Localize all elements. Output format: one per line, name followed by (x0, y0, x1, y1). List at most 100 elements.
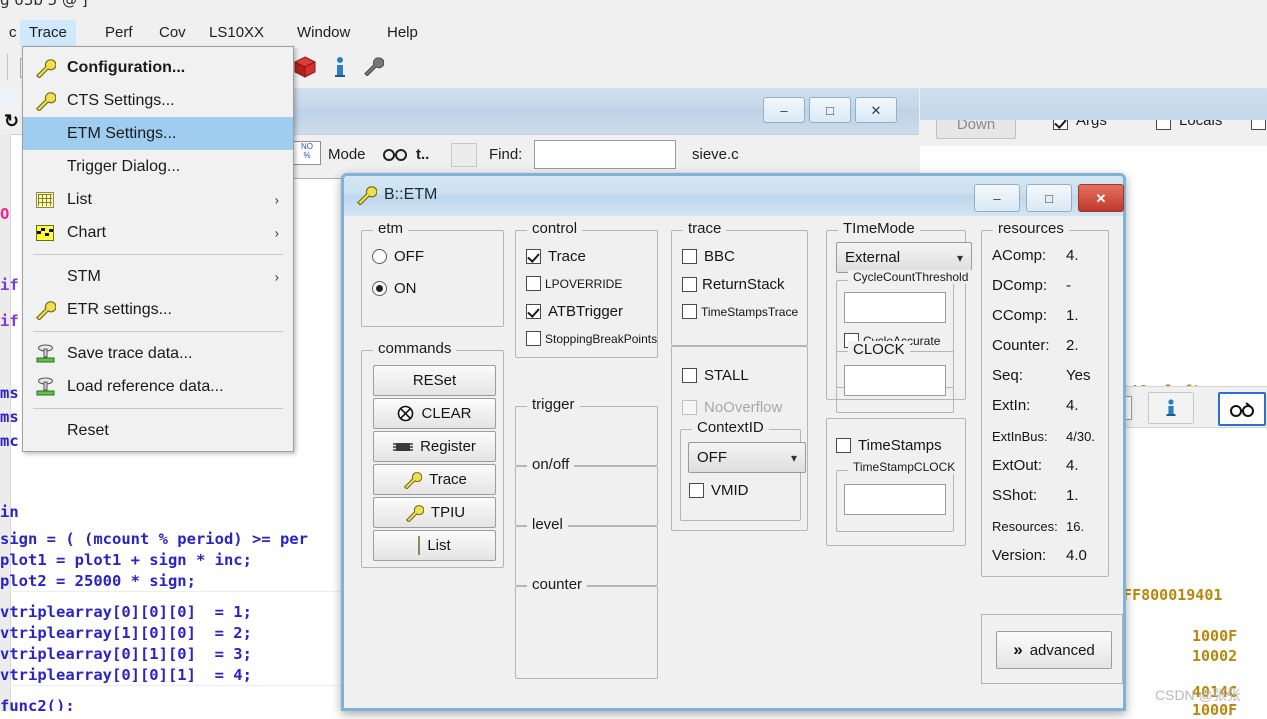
hex-line-2: 1000F (1192, 627, 1238, 645)
wrench-icon[interactable] (362, 56, 384, 76)
menu-item-stm[interactable]: STM › (23, 260, 293, 293)
group-timestamps: TimeStamps TimeStampCLOCK (826, 418, 966, 546)
minimize-button[interactable]: – (763, 97, 805, 123)
clipped-window-titlebar: g 03b 5 @ ] (0, 0, 1267, 22)
code-line: plot1 = plot1 + sign * inc; (0, 551, 252, 569)
menu-item-list[interactable]: List › (23, 183, 293, 216)
info-icon[interactable] (330, 56, 350, 78)
menu-item-etm-settings[interactable]: ETM Settings... (23, 117, 293, 150)
menu-item-trace[interactable]: Trace (20, 20, 76, 46)
menu-item-reset[interactable]: Reset (23, 414, 293, 447)
checkbox[interactable] (682, 304, 697, 319)
find-input[interactable] (534, 140, 676, 169)
checkbox-lpoverride[interactable]: LPOVERRIDE (526, 276, 622, 291)
checkbox[interactable] (682, 368, 697, 383)
group-legend: CLOCK (848, 341, 910, 358)
checkbox[interactable] (682, 277, 697, 292)
checkbox-label: NoOverflow (704, 399, 783, 416)
maximize-glyph: □ (826, 102, 834, 118)
checkbox-atbtrigger[interactable]: ATBTrigger (526, 303, 623, 320)
trace-dropdown-menu[interactable]: Configuration... CTS Settings... ETM Set… (22, 46, 294, 452)
checkbox[interactable] (526, 304, 541, 319)
checkbox-returnstack[interactable]: ReturnStack (682, 276, 785, 293)
trace-button[interactable]: Trace (373, 464, 496, 495)
menu-item-etr-settings[interactable]: ETR settings... (23, 293, 293, 326)
checkbox[interactable] (526, 276, 541, 291)
resource-value-resources: 16. (1066, 519, 1085, 534)
menu-item-perf[interactable]: Perf (96, 20, 142, 46)
cyclecountthreshold-input[interactable] (844, 292, 946, 323)
chevron-down-icon: ▾ (790, 450, 797, 465)
menu-item-chart[interactable]: Chart › (23, 216, 293, 249)
reset-button[interactable]: RESet (373, 365, 496, 396)
menu-item-save-trace-data[interactable]: Save trace data... (23, 337, 293, 370)
checkbox-bbc[interactable]: BBC (682, 248, 735, 265)
checkbox-trace[interactable]: Trace (526, 248, 586, 265)
checkbox-timestampstrace[interactable]: TimeStampsTrace (682, 304, 798, 319)
etm-close-button[interactable]: ✕ (1078, 184, 1124, 212)
checkbox[interactable] (689, 483, 704, 498)
checkbox[interactable] (526, 331, 541, 346)
step-up-button[interactable]: t.. (411, 138, 434, 170)
menu-item-ls10xx[interactable]: LS10XX (200, 20, 273, 46)
checkbox-stoppingbreakpoints[interactable]: StoppingBreakPoints (526, 331, 657, 346)
etm-maximize-button[interactable]: □ (1026, 184, 1072, 212)
menu-item-load-reference-data[interactable]: Load reference data... (23, 370, 293, 403)
radio-label: ON (394, 280, 417, 297)
red-cube-icon[interactable] (293, 56, 317, 78)
resource-label-seq: Seq: (992, 367, 1023, 384)
mode-button[interactable]: Mode (323, 138, 371, 170)
glasses-icon[interactable] (383, 143, 407, 163)
list-button[interactable]: List (373, 530, 496, 561)
mode-icon[interactable]: NO% (293, 141, 321, 165)
menu-item-cov[interactable]: Cov (150, 20, 195, 46)
radio-button[interactable] (372, 281, 387, 296)
contextid-select[interactable]: OFF ▾ (688, 442, 806, 473)
document-toolbar: NO% Mode t.. Find: sieve.c (287, 134, 919, 178)
resource-value-acomp: 4. (1066, 247, 1079, 264)
menu-item-window[interactable]: Window (288, 20, 359, 46)
checkbox[interactable] (526, 249, 541, 264)
clock-input[interactable] (844, 365, 946, 396)
step-down-button[interactable] (451, 143, 477, 167)
tpiu-button[interactable]: TPIU (373, 497, 496, 528)
file-tab-label[interactable]: sieve.c (687, 138, 744, 170)
radio-etm-on[interactable]: ON (372, 280, 417, 297)
checkbox[interactable] (836, 438, 851, 453)
menu-item-label: List (67, 190, 92, 208)
code-line: sign = ( (mcount % period) >= per (0, 530, 308, 548)
refresh-icon[interactable]: ↻ (4, 111, 19, 132)
checkbox-vmid[interactable]: VMID (689, 482, 749, 499)
advanced-button[interactable]: » advanced (996, 631, 1112, 669)
maximize-button[interactable]: □ (809, 97, 851, 123)
group-resources: resources AComp: 4. DComp: - CComp: 1. C… (981, 220, 1109, 577)
code-line: vtriplearray[1][0][0] = 2; (0, 624, 252, 642)
menu-separator (33, 408, 283, 409)
checkbox-stall[interactable]: STALL (682, 367, 749, 384)
info-icon[interactable] (1148, 392, 1194, 424)
checkbox[interactable] (682, 249, 697, 264)
menu-item-cts-settings[interactable]: CTS Settings... (23, 84, 293, 117)
close-button[interactable]: ✕ (855, 97, 897, 123)
menu-separator (33, 331, 283, 332)
code-line: func2(); (0, 697, 75, 711)
radio-etm-off[interactable]: OFF (372, 248, 424, 265)
radio-button[interactable] (372, 249, 387, 264)
glasses-icon[interactable] (1218, 392, 1266, 426)
button-label: RESet (412, 372, 457, 389)
resource-label-ccomp: CComp: (992, 307, 1048, 324)
menu-item-trigger-dialog[interactable]: Trigger Dialog... (23, 150, 293, 183)
timemode-select[interactable]: External ▾ (836, 242, 972, 273)
menu-item-help[interactable]: Help (378, 20, 427, 46)
group-counter: counter (515, 576, 658, 679)
etm-minimize-button[interactable]: – (974, 184, 1020, 212)
register-button[interactable]: Register (373, 431, 496, 462)
clear-button[interactable]: CLEAR (373, 398, 496, 429)
chip-icon (393, 440, 414, 454)
checkbox-timestamps[interactable]: TimeStamps (836, 437, 942, 454)
timestampclock-input[interactable] (844, 484, 946, 515)
menu-item-label: ETR settings... (67, 300, 172, 318)
menu-item-configuration[interactable]: Configuration... (23, 51, 293, 84)
checkbox-label: LPOVERRIDE (545, 276, 623, 291)
group-commands: commands RESet CLEAR Register Trace TPIU… (361, 340, 504, 568)
